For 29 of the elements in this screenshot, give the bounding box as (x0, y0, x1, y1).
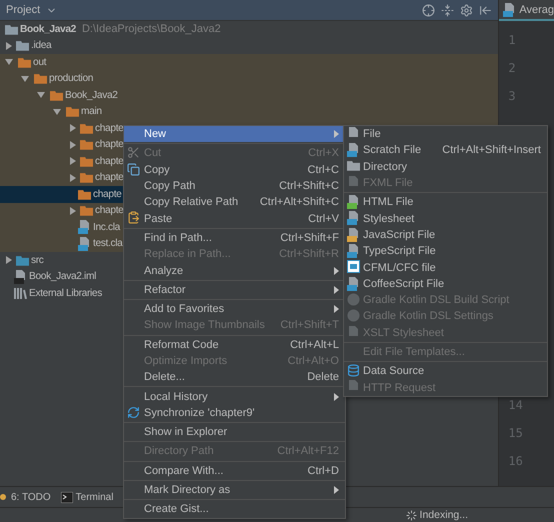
tree-label: Inc.cla (93, 222, 120, 233)
shortcut-label: Ctrl+C (306, 164, 339, 176)
tree-label: Book_Java2 (20, 24, 76, 35)
shortcut-label: Ctrl+D (306, 464, 339, 477)
tree-label: out (33, 56, 46, 68)
tree-label: chapte (95, 122, 124, 134)
tab-label: Averag (519, 4, 554, 16)
tree-label: src (31, 254, 44, 266)
tree-label: External Libraries (29, 288, 102, 299)
tree-label: chapte (95, 172, 124, 184)
tree-label: production (49, 73, 94, 84)
tree-label: main (81, 106, 102, 118)
tree-label: chapte (95, 139, 124, 150)
shortcut-label: Ctrl+Alt+L (289, 338, 339, 351)
tree-label: chapte (95, 205, 124, 216)
shortcut-label: Ctrl+Alt+Shift+C (258, 196, 339, 208)
project-path: D:\IdeaProjects\Book_Java2 (82, 23, 221, 36)
tree-label: test.cla (93, 238, 122, 250)
tree-label: Book_Java2 (65, 90, 118, 101)
tree-label: Book_Java2.iml (29, 271, 96, 282)
shortcut-label: Ctrl+V (307, 212, 339, 225)
shortcut-label: Ctrl+Alt+Shift+Insert (441, 144, 541, 156)
shortcut-label: Delete (306, 371, 339, 384)
status-text: Indexing... (420, 509, 468, 521)
shortcut-label: Ctrl+Shift+F (279, 232, 339, 244)
tree-label: chapte (93, 188, 122, 200)
tree-label: chapte (95, 156, 124, 167)
tree-label: .idea (31, 40, 52, 52)
shortcut-label: Ctrl+Shift+C (278, 180, 339, 192)
